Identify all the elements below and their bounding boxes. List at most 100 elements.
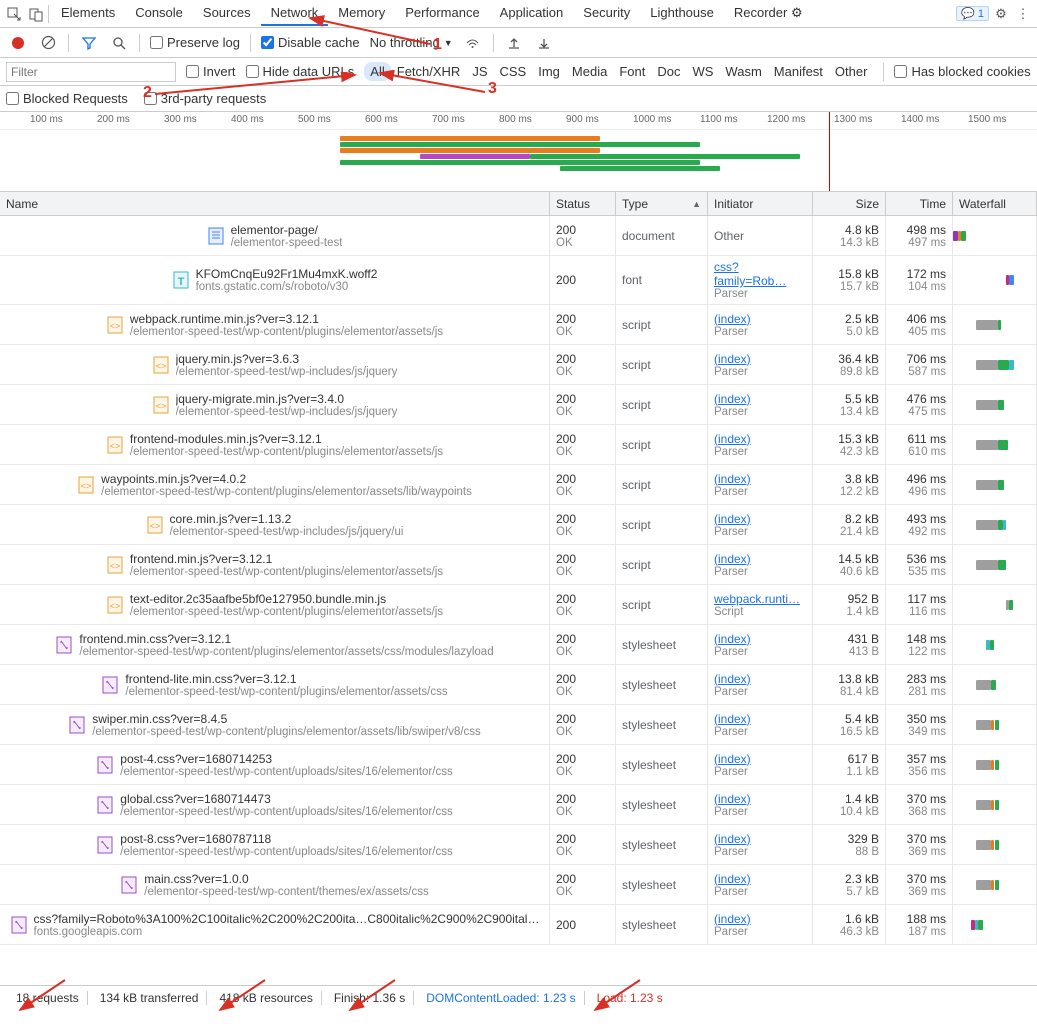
header-size[interactable]: Size [813, 192, 886, 215]
initiator-link[interactable]: (index) [714, 672, 806, 686]
disable-cache-checkbox[interactable]: Disable cache [261, 35, 360, 50]
css-icon [55, 635, 73, 655]
filter-type-manifest[interactable]: Manifest [768, 62, 829, 81]
settings-icon[interactable]: ⚙ [991, 4, 1011, 24]
status-transferred: 134 kB transferred [92, 991, 208, 1005]
filter-type-font[interactable]: Font [613, 62, 651, 81]
filter-type-ws[interactable]: WS [686, 62, 719, 81]
request-row[interactable]: <>webpack.runtime.min.js?ver=3.12.1/elem… [0, 305, 1037, 345]
filter-type-media[interactable]: Media [566, 62, 613, 81]
initiator-link[interactable]: (index) [714, 872, 806, 886]
svg-text:<>: <> [155, 361, 166, 371]
filter-type-css[interactable]: CSS [494, 62, 533, 81]
initiator-link[interactable]: (index) [714, 392, 806, 406]
header-waterfall[interactable]: Waterfall [953, 192, 1037, 215]
search-icon[interactable] [109, 33, 129, 53]
request-row[interactable]: <>jquery-migrate.min.js?ver=3.4.0/elemen… [0, 385, 1037, 425]
initiator-link[interactable]: (index) [714, 512, 806, 526]
request-grid: elementor-page//elementor-speed-test 200… [0, 216, 1037, 945]
upload-har-icon[interactable] [504, 33, 524, 53]
request-row[interactable]: swiper.min.css?ver=8.4.5/elementor-speed… [0, 705, 1037, 745]
initiator-link[interactable]: (index) [714, 912, 806, 926]
clear-button[interactable] [38, 33, 58, 53]
initiator-link[interactable]: (index) [714, 472, 806, 486]
filter-row-2: Blocked Requests 3rd-party requests [0, 86, 1037, 112]
filter-type-other[interactable]: Other [829, 62, 874, 81]
request-row[interactable]: elementor-page//elementor-speed-test 200… [0, 216, 1037, 256]
tab-application[interactable]: Application [490, 1, 574, 26]
request-row[interactable]: <>waypoints.min.js?ver=4.0.2/elementor-s… [0, 465, 1037, 505]
header-type[interactable]: Type▲ [616, 192, 708, 215]
tab-sources[interactable]: Sources [193, 1, 261, 26]
preserve-log-checkbox[interactable]: Preserve log [150, 35, 240, 50]
request-row[interactable]: frontend-lite.min.css?ver=3.12.1/element… [0, 665, 1037, 705]
initiator-link[interactable]: css?family=Rob… [714, 260, 806, 288]
header-name[interactable]: Name [0, 192, 550, 215]
header-time[interactable]: Time [886, 192, 953, 215]
initiator-link[interactable]: (index) [714, 552, 806, 566]
filter-type-img[interactable]: Img [532, 62, 566, 81]
status-requests: 18 requests [8, 991, 88, 1005]
blocked-requests-checkbox[interactable]: Blocked Requests [6, 91, 128, 106]
tab-network[interactable]: Network [261, 1, 329, 26]
filter-type-all[interactable]: All [364, 62, 390, 81]
third-party-checkbox[interactable]: 3rd-party requests [144, 91, 267, 106]
request-row[interactable]: main.css?ver=1.0.0/elementor-speed-test/… [0, 865, 1037, 905]
blocked-cookies-checkbox[interactable]: Has blocked cookies [894, 64, 1030, 79]
filter-input[interactable] [6, 62, 176, 82]
tab-console[interactable]: Console [125, 1, 193, 26]
filter-type-doc[interactable]: Doc [651, 62, 686, 81]
initiator-link[interactable]: (index) [714, 792, 806, 806]
header-status[interactable]: Status [550, 192, 616, 215]
hide-data-urls-checkbox[interactable]: Hide data URLs [246, 64, 355, 79]
request-row[interactable]: post-4.css?ver=1680714253/elementor-spee… [0, 745, 1037, 785]
network-conditions-icon[interactable] [463, 33, 483, 53]
request-row[interactable]: TKFOmCnqEu92Fr1Mu4mxK.woff2fonts.gstatic… [0, 256, 1037, 305]
initiator-link[interactable]: (index) [714, 632, 806, 646]
filter-type-wasm[interactable]: Wasm [719, 62, 767, 81]
js-icon: <> [106, 595, 124, 615]
request-row[interactable]: global.css?ver=1680714473/elementor-spee… [0, 785, 1037, 825]
initiator-link[interactable]: (index) [714, 712, 806, 726]
request-row[interactable]: <>frontend-modules.min.js?ver=3.12.1/ele… [0, 425, 1037, 465]
request-row[interactable]: css?family=Roboto%3A100%2C100italic%2C20… [0, 905, 1037, 945]
tab-performance[interactable]: Performance [395, 1, 489, 26]
initiator-link[interactable]: (index) [714, 432, 806, 446]
filter-type-fetchxhr[interactable]: Fetch/XHR [391, 62, 467, 81]
overview-timeline[interactable]: 100 ms200 ms300 ms400 ms500 ms600 ms700 … [0, 112, 1037, 192]
filter-icon[interactable] [79, 33, 99, 53]
filter-type-js[interactable]: JS [466, 62, 493, 81]
record-button[interactable] [8, 33, 28, 53]
inspect-icon[interactable] [4, 4, 24, 24]
css-icon [68, 715, 86, 735]
messages-badge[interactable]: 💬 1 [956, 6, 989, 21]
download-har-icon[interactable] [534, 33, 554, 53]
js-icon: <> [152, 355, 170, 375]
device-icon[interactable] [26, 4, 46, 24]
invert-checkbox[interactable]: Invert [186, 64, 236, 79]
tab-memory[interactable]: Memory [328, 1, 395, 26]
font-icon: T [172, 270, 190, 290]
header-initiator[interactable]: Initiator [708, 192, 813, 215]
svg-text:<>: <> [149, 521, 160, 531]
tab-elements[interactable]: Elements [51, 1, 125, 26]
tab-recorder[interactable]: Recorder ⚙ [724, 1, 813, 26]
svg-text:T: T [177, 276, 184, 288]
initiator-link[interactable]: (index) [714, 752, 806, 766]
initiator-link[interactable]: (index) [714, 312, 806, 326]
request-row[interactable]: frontend.min.css?ver=3.12.1/elementor-sp… [0, 625, 1037, 665]
request-row[interactable]: <>core.min.js?ver=1.13.2/elementor-speed… [0, 505, 1037, 545]
request-row[interactable]: post-8.css?ver=1680787118/elementor-spee… [0, 825, 1037, 865]
request-row[interactable]: <>text-editor.2c35aafbe5bf0e127950.bundl… [0, 585, 1037, 625]
tab-lighthouse[interactable]: Lighthouse [640, 1, 724, 26]
tab-security[interactable]: Security [573, 1, 640, 26]
throttling-select[interactable]: No throttling ▼ [370, 35, 453, 50]
doc-icon [207, 226, 225, 246]
initiator-link[interactable]: webpack.runti… [714, 592, 806, 606]
request-row[interactable]: <>jquery.min.js?ver=3.6.3/elementor-spee… [0, 345, 1037, 385]
more-icon[interactable]: ⋮ [1013, 4, 1033, 24]
request-row[interactable]: <>frontend.min.js?ver=3.12.1/elementor-s… [0, 545, 1037, 585]
initiator-link[interactable]: (index) [714, 352, 806, 366]
css-icon [10, 915, 28, 935]
initiator-link[interactable]: (index) [714, 832, 806, 846]
